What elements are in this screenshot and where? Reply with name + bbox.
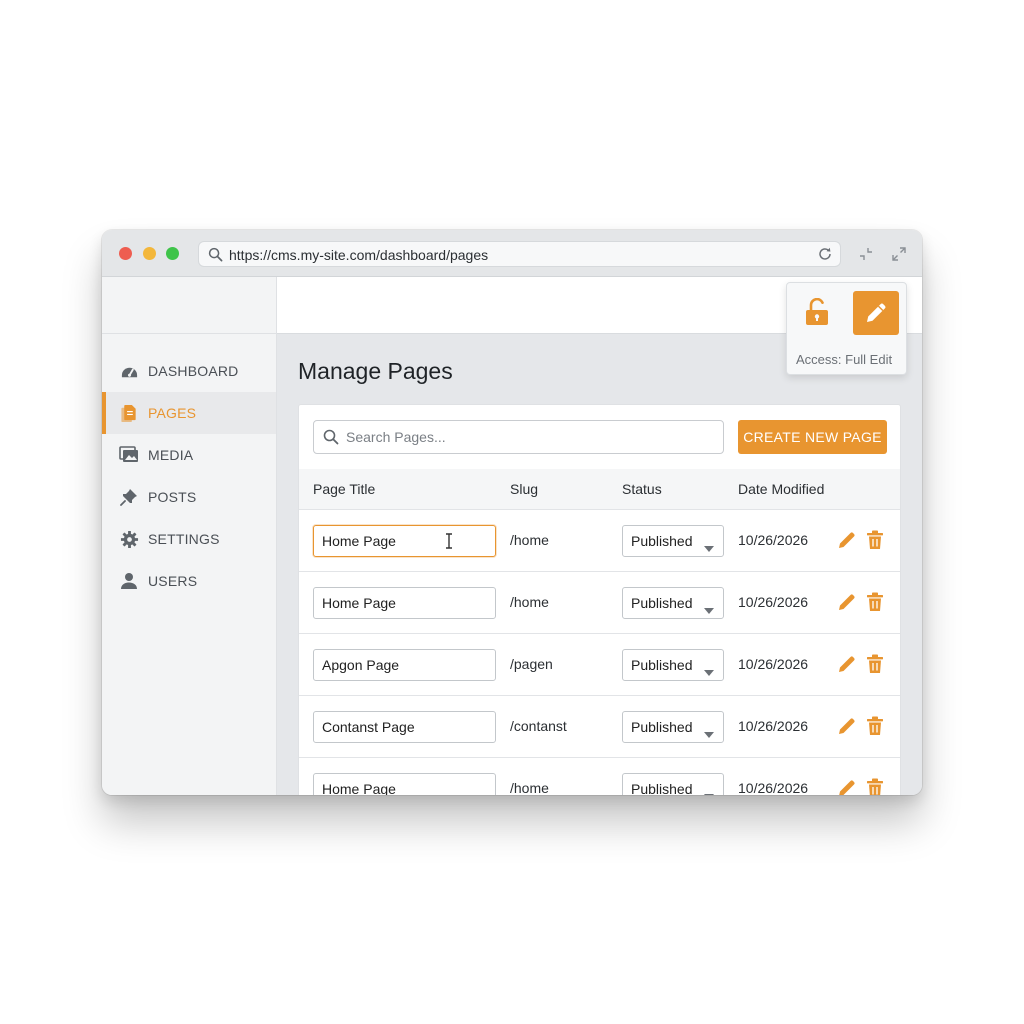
create-new-page-button[interactable]: CREATE NEW PAGE [738,420,887,454]
status-dropdown[interactable]: Published [622,649,724,681]
search-icon [323,429,339,450]
date-modified-cell: 10/26/2026 [738,780,809,795]
table-row: /home Published 10/26/2026 [299,510,900,572]
status-value: Published [631,533,693,549]
table-row: /home Published 10/26/2026 [299,572,900,634]
expand-icon[interactable] [891,246,907,267]
date-modified-cell: 10/26/2026 [738,656,809,672]
slug-cell: /pagen [510,656,553,672]
status-value: Published [631,719,693,735]
edit-icon[interactable] [837,778,857,795]
chevron-down-icon [704,663,714,681]
search-icon [208,247,223,267]
edit-icon[interactable] [837,530,857,555]
status-value: Published [631,595,693,611]
status-value: Published [631,657,693,673]
sidebar-item-users[interactable]: USERS [102,560,276,602]
column-header-page-title[interactable]: Page Title [313,481,375,497]
media-icon [119,445,139,465]
status-value: Published [631,781,693,795]
zoom-window-button[interactable] [166,247,179,260]
sidebar-header [102,277,276,334]
status-dropdown[interactable]: Published [622,525,724,557]
date-modified-cell: 10/26/2026 [738,532,809,548]
close-window-button[interactable] [119,247,132,260]
edit-icon[interactable] [837,654,857,679]
table-header: Page Title Slug Status Date Modified [299,469,900,510]
sidebar-item-posts[interactable]: POSTS [102,476,276,518]
chevron-down-icon [704,725,714,743]
reload-icon[interactable] [817,246,833,267]
sidebar-item-label: DASHBOARD [148,363,239,379]
sidebar-item-pages[interactable]: PAGES [102,392,276,434]
status-dropdown[interactable]: Published [622,587,724,619]
slug-cell: /home [510,780,549,795]
access-level-label: Access: Full Edit [796,352,893,367]
trash-icon[interactable] [866,778,884,795]
page-title-input[interactable] [313,587,496,619]
sidebar-item-label: PAGES [148,405,197,421]
unlock-icon[interactable] [803,297,831,327]
page-title-input[interactable] [313,525,496,557]
sidebar: DASHBOARD PAGES MEDIA POSTS SETTINGS USE… [102,277,277,795]
trash-icon[interactable] [866,654,884,679]
page-title-input[interactable] [313,711,496,743]
access-popover: Access: Full Edit [786,282,907,375]
chevron-down-icon [704,539,714,557]
minimize-window-button[interactable] [143,247,156,260]
url-text: https://cms.my-site.com/dashboard/pages [229,247,489,263]
dashboard-icon [119,361,139,381]
pin-icon [119,487,139,507]
minimize-icon[interactable] [858,246,874,267]
trash-icon[interactable] [866,716,884,741]
edit-icon[interactable] [837,592,857,617]
trash-icon[interactable] [866,530,884,555]
status-dropdown[interactable]: Published [622,773,724,795]
page-title-input[interactable] [313,773,496,795]
sidebar-item-media[interactable]: MEDIA [102,434,276,476]
table-row: /home Published 10/26/2026 [299,758,900,795]
sidebar-item-label: POSTS [148,489,197,505]
search-pages-field[interactable] [313,420,724,454]
date-modified-cell: 10/26/2026 [738,594,809,610]
chevron-down-icon [704,787,714,795]
slug-cell: /contanst [510,718,567,734]
page-title-input[interactable] [313,649,496,681]
page-title: Manage Pages [298,358,453,384]
status-dropdown[interactable]: Published [622,711,724,743]
table-row: /contanst Published 10/26/2026 [299,696,900,758]
slug-cell: /home [510,594,549,610]
column-header-date-modified[interactable]: Date Modified [738,481,824,497]
search-input[interactable] [346,427,716,447]
sidebar-item-settings[interactable]: SETTINGS [102,518,276,560]
date-modified-cell: 10/26/2026 [738,718,809,734]
column-header-status[interactable]: Status [622,481,662,497]
slug-cell: /home [510,532,549,548]
sidebar-item-label: USERS [148,573,198,589]
address-bar[interactable]: https://cms.my-site.com/dashboard/pages [198,241,841,267]
gear-icon [119,529,139,549]
pages-icon [119,403,139,423]
sidebar-item-dashboard[interactable]: DASHBOARD [102,350,276,392]
user-icon [119,571,139,591]
table-row: /pagen Published 10/26/2026 [299,634,900,696]
pencil-icon[interactable] [853,291,899,335]
sidebar-item-label: MEDIA [148,447,194,463]
sidebar-item-label: SETTINGS [148,531,220,547]
chevron-down-icon [704,601,714,619]
column-header-slug[interactable]: Slug [510,481,538,497]
edit-icon[interactable] [837,716,857,741]
browser-titlebar: https://cms.my-site.com/dashboard/pages [102,230,922,277]
trash-icon[interactable] [866,592,884,617]
text-cursor-icon [444,533,454,554]
pages-table-card: CREATE NEW PAGE Page Title Slug Status D… [298,404,901,795]
